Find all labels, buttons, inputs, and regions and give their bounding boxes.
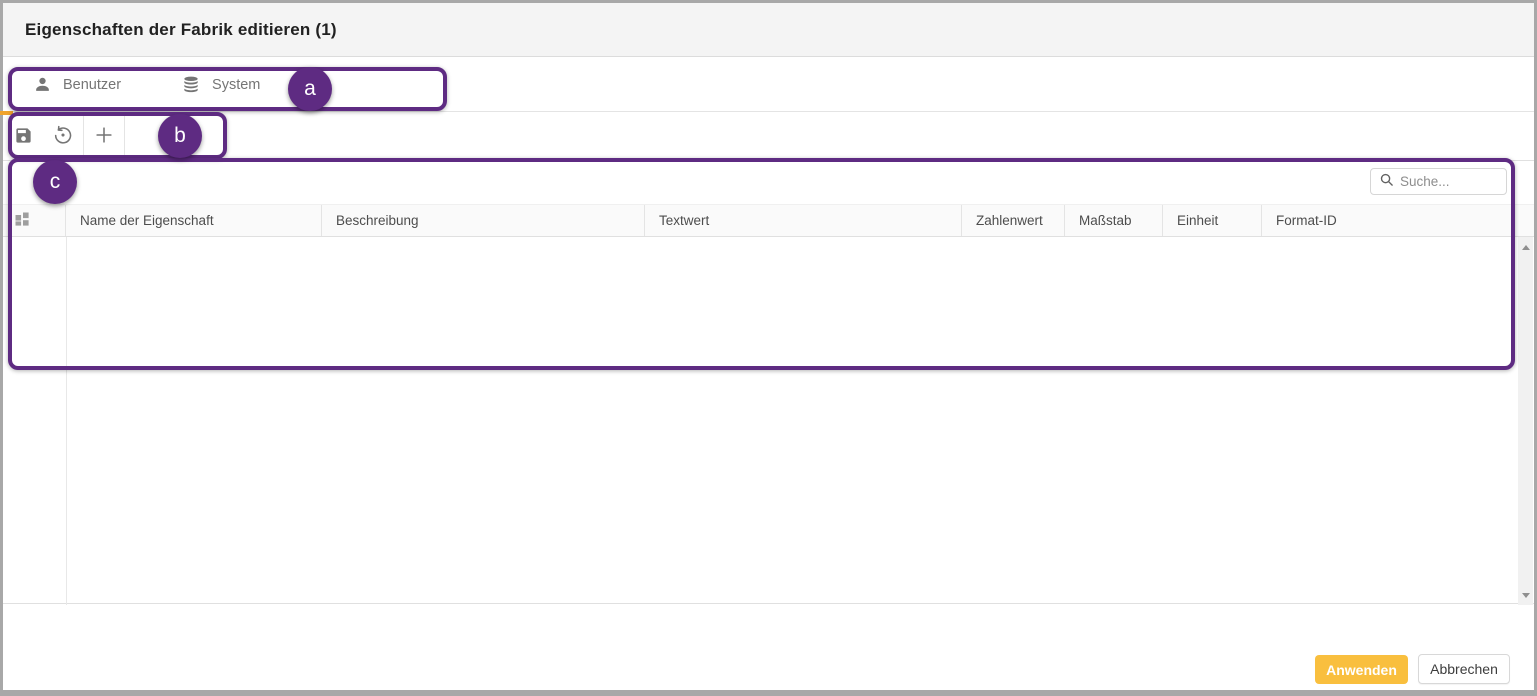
dialog-window: Eigenschaften der Fabrik editieren (1) B… <box>0 0 1537 696</box>
toolbar <box>3 113 1534 160</box>
left-edge-amber-mark <box>0 111 13 115</box>
properties-table: Name der Eigenschaft Beschreibung Textwe… <box>3 160 1534 604</box>
column-header-zahlenwert[interactable]: Zahlenwert <box>962 205 1065 236</box>
search-icon <box>1379 172 1394 192</box>
search-box[interactable] <box>1370 168 1507 195</box>
column-header-format-id[interactable]: Format-ID <box>1262 205 1534 236</box>
toolbar-divider <box>124 113 125 160</box>
tab-system-label: System <box>212 77 260 93</box>
cancel-button[interactable]: Abbrechen <box>1418 654 1510 684</box>
scroll-down-arrow[interactable] <box>1518 587 1533 603</box>
first-column-divider <box>66 237 67 605</box>
database-icon <box>181 75 201 95</box>
search-input[interactable] <box>1400 174 1498 189</box>
tab-benutzer-label: Benutzer <box>63 77 121 93</box>
column-header-textwert[interactable]: Textwert <box>645 205 962 236</box>
tab-system[interactable]: System <box>181 75 260 95</box>
save-icon <box>14 126 33 148</box>
scroll-up-arrow[interactable] <box>1518 239 1533 255</box>
widgets-icon <box>14 211 30 230</box>
column-header-massstab[interactable]: Maßstab <box>1065 205 1163 236</box>
tab-bar: Benutzer System <box>3 58 1534 112</box>
apply-button[interactable]: Anwenden <box>1315 655 1408 684</box>
add-button[interactable] <box>84 113 124 160</box>
column-header-einheit[interactable]: Einheit <box>1163 205 1262 236</box>
tab-benutzer[interactable]: Benutzer <box>33 75 121 94</box>
restore-button[interactable] <box>43 113 83 160</box>
dialog-titlebar: Eigenschaften der Fabrik editieren (1) <box>3 3 1534 57</box>
plus-icon <box>93 124 115 149</box>
save-button[interactable] <box>3 113 43 160</box>
history-restore-icon <box>52 124 74 149</box>
column-header-beschreibung[interactable]: Beschreibung <box>322 205 645 236</box>
column-header-name[interactable]: Name der Eigenschaft <box>66 205 322 236</box>
table-search-row <box>3 161 1534 204</box>
column-header-handle[interactable] <box>3 205 66 236</box>
table-scrollbar[interactable] <box>1518 237 1533 605</box>
dialog-title: Eigenschaften der Fabrik editieren (1) <box>25 20 337 40</box>
table-header-row: Name der Eigenschaft Beschreibung Textwe… <box>3 204 1534 237</box>
person-icon <box>33 75 52 94</box>
